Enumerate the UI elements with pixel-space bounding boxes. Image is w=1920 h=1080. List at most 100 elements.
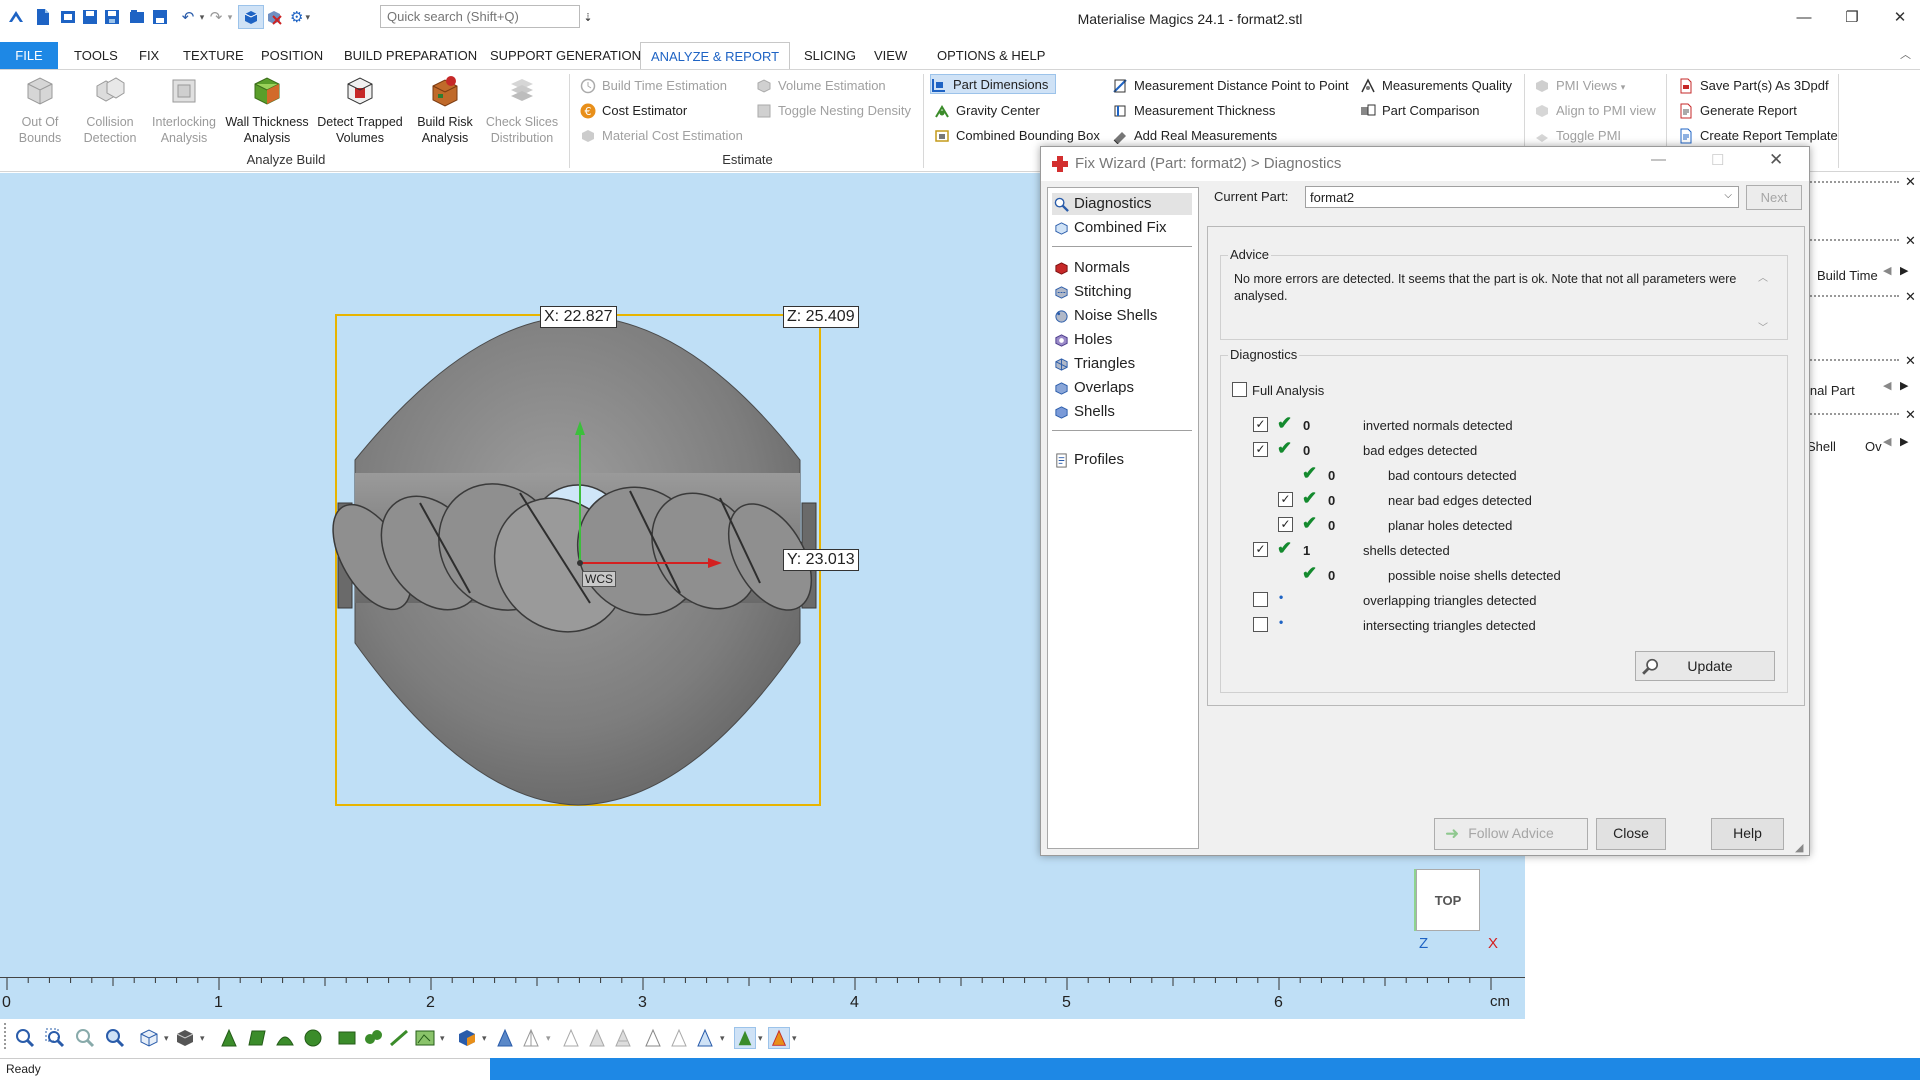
scroll-left-icon[interactable]: ◀	[1883, 379, 1891, 392]
zoom-window-icon[interactable]	[44, 1027, 66, 1049]
new-file-icon[interactable]	[33, 7, 53, 27]
current-part-select[interactable]: format2 ⌵	[1305, 186, 1739, 208]
nav-combined-fix[interactable]: Combined Fix	[1052, 217, 1192, 239]
panel-close-icon[interactable]: ✕	[1905, 174, 1916, 190]
detect-trapped-volumes-button[interactable]: Detect Trapped Volumes	[314, 74, 406, 146]
zoom-all-icon[interactable]	[74, 1027, 96, 1049]
dropdown-arrow-icon[interactable]: ▾	[758, 1033, 763, 1044]
triangle-edit-icon[interactable]	[520, 1027, 542, 1049]
scroll-right-icon[interactable]: ▶	[1900, 264, 1908, 277]
dropdown-arrow-icon[interactable]: ▾	[440, 1033, 445, 1044]
measurement-thickness-button[interactable]: Measurement Thickness	[1112, 101, 1275, 121]
build-risk-analysis-button[interactable]: Build Risk Analysis	[410, 74, 480, 146]
next-button[interactable]: Next	[1746, 185, 1802, 210]
follow-advice-button[interactable]: ➜ Follow Advice	[1434, 818, 1588, 850]
dropdown-arrow-icon[interactable]: ▾	[200, 1033, 205, 1044]
dropdown-arrow-icon[interactable]: ▾	[720, 1033, 725, 1044]
nav-shells[interactable]: Shells	[1052, 401, 1192, 423]
out-of-bounds-button[interactable]: Out Of Bounds	[8, 74, 72, 146]
toggle-pmi-button[interactable]: Toggle PMI	[1534, 126, 1621, 146]
dialog-close-x-button[interactable]: ✕	[1769, 150, 1783, 170]
diagnostic-checkbox[interactable]	[1253, 592, 1268, 607]
nav-profiles[interactable]: Profiles	[1052, 449, 1192, 471]
dialog-minimize-button[interactable]: —	[1651, 151, 1666, 168]
tab-support-generation[interactable]: SUPPORT GENERATION	[482, 42, 649, 69]
view-orientation-icon[interactable]	[138, 1027, 160, 1049]
view-cube[interactable]: TOP	[1416, 869, 1480, 931]
nav-stitching[interactable]: Stitching	[1052, 281, 1192, 303]
diagnostic-checkbox[interactable]: ✓	[1253, 542, 1268, 557]
import-part-icon[interactable]	[58, 7, 78, 27]
select-triangle-icon[interactable]	[218, 1027, 240, 1049]
load-project-icon[interactable]	[127, 7, 147, 27]
triangle-tool-3-icon[interactable]	[612, 1027, 634, 1049]
triangle-tool-4-icon[interactable]	[642, 1027, 664, 1049]
close-button[interactable]: Close	[1596, 818, 1666, 850]
search-options-icon[interactable]: ⇣	[578, 7, 598, 27]
panel-close-icon[interactable]: ✕	[1905, 233, 1916, 249]
build-time-estimation-button[interactable]: Build Time Estimation	[580, 76, 727, 96]
scroll-left-icon[interactable]: ◀	[1883, 264, 1891, 277]
create-report-template-button[interactable]: Create Report Template	[1678, 126, 1838, 146]
scroll-right-icon[interactable]: ▶	[1900, 435, 1908, 448]
triangle-tool-6-icon[interactable]	[694, 1027, 716, 1049]
triangle-tool-5-icon[interactable]	[668, 1027, 690, 1049]
scroll-right-icon[interactable]: ▶	[1900, 379, 1908, 392]
add-real-measurements-button[interactable]: Add Real Measurements	[1112, 126, 1277, 146]
interlocking-analysis-button[interactable]: Interlocking Analysis	[148, 74, 220, 146]
panel-close-icon[interactable]: ✕	[1905, 353, 1916, 369]
triangle-highlight-icon[interactable]	[734, 1027, 756, 1049]
triangle-tool-2-icon[interactable]	[586, 1027, 608, 1049]
gravity-center-button[interactable]: Gravity Center	[934, 101, 1040, 121]
measurements-quality-button[interactable]: Measurements Quality	[1360, 76, 1512, 96]
zoom-selected-icon[interactable]	[104, 1027, 126, 1049]
part-dimensions-button[interactable]: Part Dimensions	[930, 74, 1056, 94]
material-cost-estimation-button[interactable]: Material Cost Estimation	[580, 126, 743, 146]
dropdown-arrow-icon[interactable]: ▾	[546, 1033, 551, 1044]
tab-tools[interactable]: TOOLS	[66, 42, 126, 69]
select-surface-icon[interactable]	[274, 1027, 296, 1049]
advice-scroll-up-icon[interactable]: ︿	[1758, 269, 1768, 284]
nav-noise-shells[interactable]: Noise Shells	[1052, 305, 1192, 327]
triangle-mode-icon[interactable]	[494, 1027, 516, 1049]
nav-diagnostics[interactable]: Diagnostics	[1052, 193, 1192, 215]
cost-estimator-button[interactable]: € Cost Estimator	[580, 101, 687, 121]
dropdown-arrow-icon[interactable]: ▾	[792, 1033, 797, 1044]
zoom-icon[interactable]	[14, 1027, 36, 1049]
tab-analyze-report[interactable]: ANALYZE & REPORT	[640, 42, 790, 69]
quick-search-input[interactable]	[380, 5, 580, 28]
mark-area-icon[interactable]	[336, 1027, 358, 1049]
select-parts-icon[interactable]	[238, 5, 264, 29]
panel-close-icon[interactable]: ✕	[1905, 289, 1916, 305]
minimize-button[interactable]: —	[1784, 4, 1824, 30]
mark-marquee-icon[interactable]	[414, 1027, 436, 1049]
triangle-tool-1-icon[interactable]	[560, 1027, 582, 1049]
diagnostic-checkbox[interactable]	[1253, 617, 1268, 632]
app-logo-icon[interactable]	[6, 7, 26, 27]
mark-line-icon[interactable]	[388, 1027, 410, 1049]
dialog-maximize-button[interactable]: ☐	[1711, 151, 1724, 169]
combined-bounding-box-button[interactable]: Combined Bounding Box	[934, 126, 1100, 146]
customize-qat-icon[interactable]: ⚙ ▾	[290, 7, 362, 27]
nav-triangles[interactable]: Triangles	[1052, 353, 1192, 375]
save-as-icon[interactable]	[102, 7, 122, 27]
nav-overlaps[interactable]: Overlaps	[1052, 377, 1192, 399]
collision-detection-button[interactable]: Collision Detection	[76, 74, 144, 146]
part-comparison-button[interactable]: Part Comparison	[1360, 101, 1480, 121]
diagnostic-checkbox[interactable]: ✓	[1278, 517, 1293, 532]
panel-close-icon[interactable]: ✕	[1905, 407, 1916, 423]
tab-options-help[interactable]: OPTIONS & HELP	[929, 42, 1053, 69]
nav-normals[interactable]: Normals	[1052, 257, 1192, 279]
close-window-button[interactable]: ✕	[1880, 4, 1920, 30]
redo-dropdown-icon[interactable]: ▾	[220, 7, 240, 27]
tab-view[interactable]: VIEW	[866, 42, 915, 69]
toggle-nesting-density-button[interactable]: Toggle Nesting Density	[756, 101, 911, 121]
save-project-icon[interactable]	[150, 7, 170, 27]
update-button[interactable]: Update	[1635, 651, 1775, 681]
help-button[interactable]: Help	[1711, 818, 1784, 850]
part-select-icon[interactable]	[456, 1027, 478, 1049]
select-shell-icon[interactable]	[302, 1027, 324, 1049]
select-plane-icon[interactable]	[246, 1027, 268, 1049]
full-analysis-checkbox[interactable]	[1232, 382, 1247, 397]
pmi-views-button[interactable]: PMI Views ▾	[1534, 76, 1625, 96]
